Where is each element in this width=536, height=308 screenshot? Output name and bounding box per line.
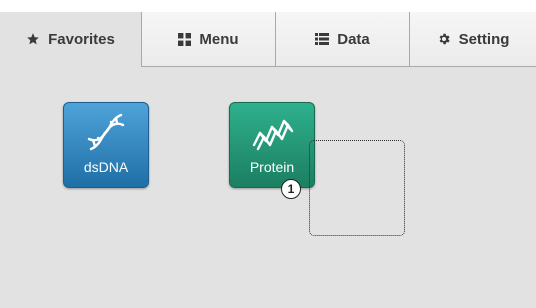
tile-dsdna-label: dsDNA xyxy=(83,159,129,175)
tab-setting-label: Setting xyxy=(458,30,510,48)
tab-data[interactable]: Data xyxy=(275,12,409,67)
tile-dsdna[interactable]: dsDNA xyxy=(63,102,149,188)
protein-icon xyxy=(246,109,298,160)
drop-target-outline[interactable] xyxy=(309,140,405,236)
tab-favorites[interactable]: Favorites xyxy=(0,12,141,67)
tab-bar: Favorites Menu Data Setting xyxy=(0,12,536,67)
top-strip xyxy=(0,0,536,12)
tile-protein-label: Protein xyxy=(249,159,295,175)
tab-menu-label: Menu xyxy=(199,30,239,48)
list-icon xyxy=(315,33,330,45)
tab-data-label: Data xyxy=(337,30,370,48)
dna-helix-icon xyxy=(81,109,131,160)
tab-favorites-label: Favorites xyxy=(48,30,115,48)
tab-setting[interactable]: Setting xyxy=(409,12,536,67)
app-window: Favorites Menu Data Setting dsDNA Protei… xyxy=(0,0,536,308)
tab-menu[interactable]: Menu xyxy=(141,12,275,67)
grid-icon xyxy=(178,32,192,46)
step-badge: 1 xyxy=(281,179,301,199)
gear-icon xyxy=(437,32,451,46)
star-icon xyxy=(26,32,40,46)
tile-protein[interactable]: Protein xyxy=(229,102,315,188)
